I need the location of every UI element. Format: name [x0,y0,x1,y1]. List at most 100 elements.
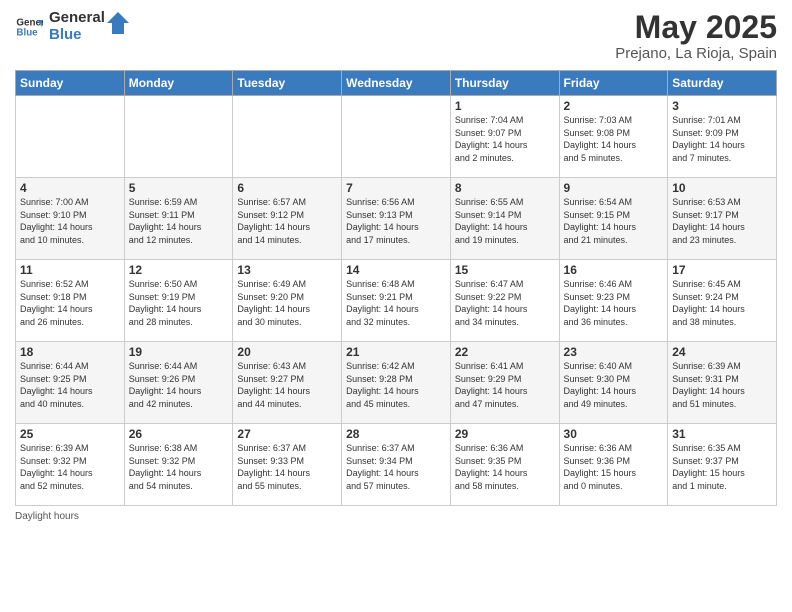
day-info: Sunrise: 6:39 AM Sunset: 9:31 PM Dayligh… [672,360,772,410]
day-info: Sunrise: 6:45 AM Sunset: 9:24 PM Dayligh… [672,278,772,328]
col-header-thursday: Thursday [450,71,559,96]
title-block: May 2025 Prejano, La Rioja, Spain [615,10,777,62]
calendar-cell [342,96,451,178]
day-info: Sunrise: 6:59 AM Sunset: 9:11 PM Dayligh… [129,196,229,246]
day-info: Sunrise: 7:03 AM Sunset: 9:08 PM Dayligh… [564,114,664,164]
day-info: Sunrise: 6:36 AM Sunset: 9:35 PM Dayligh… [455,442,555,492]
calendar-cell: 9Sunrise: 6:54 AM Sunset: 9:15 PM Daylig… [559,178,668,260]
day-number: 21 [346,345,446,359]
week-row-1: 1Sunrise: 7:04 AM Sunset: 9:07 PM Daylig… [16,96,777,178]
calendar-cell: 4Sunrise: 7:00 AM Sunset: 9:10 PM Daylig… [16,178,125,260]
day-info: Sunrise: 7:04 AM Sunset: 9:07 PM Dayligh… [455,114,555,164]
day-number: 14 [346,263,446,277]
calendar-cell: 19Sunrise: 6:44 AM Sunset: 9:26 PM Dayli… [124,342,233,424]
calendar-header-row: SundayMondayTuesdayWednesdayThursdayFrid… [16,71,777,96]
day-number: 11 [20,263,120,277]
calendar-cell: 14Sunrise: 6:48 AM Sunset: 9:21 PM Dayli… [342,260,451,342]
logo-blue: Blue [49,27,105,44]
day-info: Sunrise: 7:00 AM Sunset: 9:10 PM Dayligh… [20,196,120,246]
day-info: Sunrise: 6:37 AM Sunset: 9:33 PM Dayligh… [237,442,337,492]
calendar-cell: 5Sunrise: 6:59 AM Sunset: 9:11 PM Daylig… [124,178,233,260]
week-row-5: 25Sunrise: 6:39 AM Sunset: 9:32 PM Dayli… [16,424,777,506]
day-info: Sunrise: 6:50 AM Sunset: 9:19 PM Dayligh… [129,278,229,328]
day-info: Sunrise: 6:37 AM Sunset: 9:34 PM Dayligh… [346,442,446,492]
calendar-cell: 2Sunrise: 7:03 AM Sunset: 9:08 PM Daylig… [559,96,668,178]
week-row-3: 11Sunrise: 6:52 AM Sunset: 9:18 PM Dayli… [16,260,777,342]
calendar-title: May 2025 [615,10,777,45]
day-info: Sunrise: 6:49 AM Sunset: 9:20 PM Dayligh… [237,278,337,328]
calendar-cell: 6Sunrise: 6:57 AM Sunset: 9:12 PM Daylig… [233,178,342,260]
col-header-sunday: Sunday [16,71,125,96]
day-info: Sunrise: 6:40 AM Sunset: 9:30 PM Dayligh… [564,360,664,410]
day-info: Sunrise: 7:01 AM Sunset: 9:09 PM Dayligh… [672,114,772,164]
day-info: Sunrise: 6:39 AM Sunset: 9:32 PM Dayligh… [20,442,120,492]
col-header-wednesday: Wednesday [342,71,451,96]
day-number: 30 [564,427,664,441]
day-number: 16 [564,263,664,277]
calendar-cell: 12Sunrise: 6:50 AM Sunset: 9:19 PM Dayli… [124,260,233,342]
footer: Daylight hours [15,511,777,522]
day-number: 15 [455,263,555,277]
day-info: Sunrise: 6:54 AM Sunset: 9:15 PM Dayligh… [564,196,664,246]
calendar-cell: 22Sunrise: 6:41 AM Sunset: 9:29 PM Dayli… [450,342,559,424]
calendar-cell: 16Sunrise: 6:46 AM Sunset: 9:23 PM Dayli… [559,260,668,342]
day-number: 6 [237,181,337,195]
calendar-cell: 23Sunrise: 6:40 AM Sunset: 9:30 PM Dayli… [559,342,668,424]
calendar-cell: 24Sunrise: 6:39 AM Sunset: 9:31 PM Dayli… [668,342,777,424]
day-info: Sunrise: 6:38 AM Sunset: 9:32 PM Dayligh… [129,442,229,492]
day-number: 28 [346,427,446,441]
day-info: Sunrise: 6:43 AM Sunset: 9:27 PM Dayligh… [237,360,337,410]
day-info: Sunrise: 6:44 AM Sunset: 9:25 PM Dayligh… [20,360,120,410]
day-number: 31 [672,427,772,441]
calendar-subtitle: Prejano, La Rioja, Spain [615,45,777,62]
col-header-tuesday: Tuesday [233,71,342,96]
day-info: Sunrise: 6:36 AM Sunset: 9:36 PM Dayligh… [564,442,664,492]
svg-text:Blue: Blue [16,27,38,38]
day-info: Sunrise: 6:48 AM Sunset: 9:21 PM Dayligh… [346,278,446,328]
day-number: 12 [129,263,229,277]
day-number: 7 [346,181,446,195]
day-number: 26 [129,427,229,441]
day-number: 23 [564,345,664,359]
calendar-cell: 28Sunrise: 6:37 AM Sunset: 9:34 PM Dayli… [342,424,451,506]
logo: General Blue General Blue [15,10,129,43]
calendar-cell: 7Sunrise: 6:56 AM Sunset: 9:13 PM Daylig… [342,178,451,260]
calendar-cell: 20Sunrise: 6:43 AM Sunset: 9:27 PM Dayli… [233,342,342,424]
day-number: 25 [20,427,120,441]
logo-arrow-icon [107,12,129,34]
day-info: Sunrise: 6:42 AM Sunset: 9:28 PM Dayligh… [346,360,446,410]
day-info: Sunrise: 6:56 AM Sunset: 9:13 PM Dayligh… [346,196,446,246]
day-number: 4 [20,181,120,195]
calendar-cell [124,96,233,178]
calendar-cell: 18Sunrise: 6:44 AM Sunset: 9:25 PM Dayli… [16,342,125,424]
day-info: Sunrise: 6:52 AM Sunset: 9:18 PM Dayligh… [20,278,120,328]
day-info: Sunrise: 6:46 AM Sunset: 9:23 PM Dayligh… [564,278,664,328]
calendar-table: SundayMondayTuesdayWednesdayThursdayFrid… [15,70,777,506]
day-info: Sunrise: 6:35 AM Sunset: 9:37 PM Dayligh… [672,442,772,492]
day-info: Sunrise: 6:47 AM Sunset: 9:22 PM Dayligh… [455,278,555,328]
col-header-monday: Monday [124,71,233,96]
day-number: 27 [237,427,337,441]
day-number: 3 [672,99,772,113]
day-number: 20 [237,345,337,359]
header: General Blue General Blue May 2025 Preja… [15,10,777,62]
calendar-cell: 21Sunrise: 6:42 AM Sunset: 9:28 PM Dayli… [342,342,451,424]
day-info: Sunrise: 6:57 AM Sunset: 9:12 PM Dayligh… [237,196,337,246]
day-number: 29 [455,427,555,441]
calendar-cell: 8Sunrise: 6:55 AM Sunset: 9:14 PM Daylig… [450,178,559,260]
calendar-cell: 17Sunrise: 6:45 AM Sunset: 9:24 PM Dayli… [668,260,777,342]
calendar-cell [233,96,342,178]
page: General Blue General Blue May 2025 Preja… [0,0,792,612]
col-header-friday: Friday [559,71,668,96]
week-row-2: 4Sunrise: 7:00 AM Sunset: 9:10 PM Daylig… [16,178,777,260]
day-info: Sunrise: 6:53 AM Sunset: 9:17 PM Dayligh… [672,196,772,246]
day-number: 8 [455,181,555,195]
calendar-cell: 3Sunrise: 7:01 AM Sunset: 9:09 PM Daylig… [668,96,777,178]
calendar-cell: 26Sunrise: 6:38 AM Sunset: 9:32 PM Dayli… [124,424,233,506]
day-number: 19 [129,345,229,359]
calendar-cell: 27Sunrise: 6:37 AM Sunset: 9:33 PM Dayli… [233,424,342,506]
logo-general: General [49,10,105,27]
day-number: 17 [672,263,772,277]
day-number: 10 [672,181,772,195]
calendar-cell: 31Sunrise: 6:35 AM Sunset: 9:37 PM Dayli… [668,424,777,506]
